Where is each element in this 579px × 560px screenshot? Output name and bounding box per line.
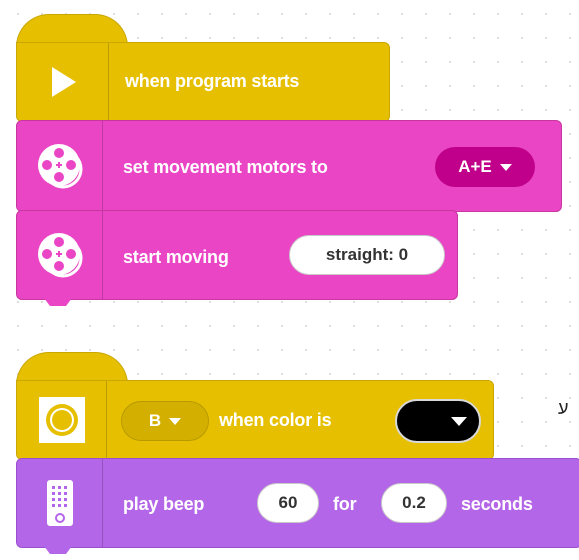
for-label: for (333, 494, 357, 514)
partial-side-text: ע (558, 398, 569, 418)
when-color-is-block[interactable]: B when color is (16, 380, 494, 460)
motor-icon (37, 144, 82, 189)
seconds-label: seconds (461, 494, 533, 514)
beep-duration-input[interactable]: 0.2 (381, 483, 447, 523)
set-movement-motors-block[interactable]: set movement motors to A+E (16, 120, 562, 212)
when-color-is-label: when color is (219, 410, 332, 430)
sensor-port-value: B (148, 411, 162, 430)
when-program-starts-block[interactable]: when program starts (16, 42, 390, 122)
play-icon-cell (17, 43, 109, 121)
play-icon (51, 67, 76, 97)
motor-icon (37, 233, 82, 278)
hub-icon-cell (17, 459, 103, 547)
play-beep-label: play beep (123, 494, 205, 514)
set-movement-motors-label: set movement motors to (123, 157, 328, 177)
color-sensor-icon (38, 397, 85, 443)
chevron-down-icon (499, 163, 512, 171)
block-notch (44, 298, 72, 306)
motor-ports-value: A+E (458, 157, 492, 176)
motor-icon-cell (17, 211, 103, 299)
steering-input[interactable]: straight: 0 (289, 235, 445, 275)
hub-speaker-icon (46, 480, 73, 526)
color-sensor-icon-cell (17, 381, 107, 459)
motor-ports-dropdown[interactable]: A+E (435, 147, 535, 187)
block-notch (44, 546, 72, 554)
start-moving-block[interactable]: start moving straight: 0 (16, 210, 458, 300)
chevron-down-icon (169, 417, 182, 425)
start-moving-label: start moving (123, 247, 229, 267)
motor-icon-cell (17, 121, 103, 211)
color-picker-dropdown[interactable] (395, 399, 481, 443)
sensor-port-dropdown[interactable]: B (121, 401, 209, 441)
when-program-starts-label: when program starts (125, 71, 300, 91)
chevron-down-icon (451, 416, 467, 426)
play-beep-block[interactable]: play beep 60 for 0.2 seconds (16, 458, 579, 548)
beep-note-input[interactable]: 60 (257, 483, 319, 523)
